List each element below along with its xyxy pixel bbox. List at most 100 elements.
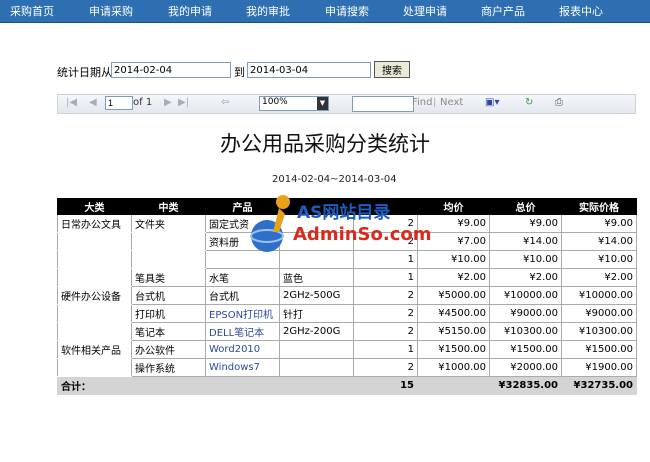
- find-input[interactable]: [352, 96, 414, 112]
- cell-subcategory: [131, 250, 206, 269]
- search-button[interactable]: 搜索: [374, 61, 410, 78]
- cell-subcategory: 办公软件: [131, 340, 206, 359]
- cell-subcategory: 台式机: [131, 286, 206, 305]
- cell-quantity: 1: [353, 340, 418, 359]
- cell-quantity: 2: [353, 358, 418, 377]
- cell-subcategory: 操作系统: [131, 358, 206, 377]
- cell-avg-price: ¥5150.00: [417, 322, 490, 341]
- cell-total-price: ¥9.00: [489, 214, 562, 233]
- cell-subcategory: 打印机: [131, 304, 206, 323]
- cell-total-price: ¥10000.00: [489, 286, 562, 305]
- cell-actual-price: ¥1900.00: [561, 358, 637, 377]
- prev-page-icon[interactable]: ◀: [89, 97, 97, 108]
- cell-spec: 2GHz-500G: [279, 286, 354, 305]
- cell-actual-price: ¥9000.00: [561, 304, 637, 323]
- nav-my-approvals[interactable]: 我的审批: [246, 3, 290, 19]
- cell-category: 软件相关产品: [57, 340, 132, 359]
- cell-product: DELL笔记本: [205, 322, 280, 341]
- export-icon[interactable]: ▣▾: [485, 97, 499, 108]
- col-total-price: 总价: [489, 198, 562, 215]
- page-count: of 1: [133, 97, 153, 108]
- cell-actual-price: ¥10300.00: [561, 322, 637, 341]
- cell-category: 日常办公文具: [57, 214, 132, 233]
- watermark-text-cn: AS网站目录: [297, 203, 391, 223]
- cell-actual-price: ¥14.00: [561, 232, 637, 251]
- table-row: 操作系统 Windows7 2 ¥1000.00 ¥2000.00 ¥1900.…: [57, 358, 637, 377]
- toolbar-separator: |: [433, 97, 437, 108]
- cell-subcategory: [131, 232, 206, 251]
- cell-subcategory: 笔记本: [131, 322, 206, 341]
- col-actual-price: 实际价格: [561, 198, 637, 215]
- watermark-text-en: AdminSo.com: [293, 224, 432, 245]
- cell-quantity: 1: [353, 268, 418, 287]
- cell-category: [57, 232, 132, 251]
- cell-category: [57, 304, 132, 323]
- next-page-icon[interactable]: ▶: [164, 97, 172, 108]
- start-date-input[interactable]: [111, 62, 231, 78]
- cell-spec: 蓝色: [279, 268, 354, 287]
- top-nav: 采购首页 申请采购 我的申请 我的审批 申请搜索 处理申请 商户产品 报表中心: [0, 0, 650, 23]
- total-row: 合计： 15 ¥32835.00 ¥32735.00: [57, 376, 637, 395]
- back-icon[interactable]: ⇦: [221, 97, 229, 108]
- cell-total-price: ¥2000.00: [489, 358, 562, 377]
- cell-avg-price: ¥4500.00: [417, 304, 490, 323]
- nav-home[interactable]: 采购首页: [10, 3, 54, 19]
- table-row: 笔具类 水笔 蓝色 1 ¥2.00 ¥2.00 ¥2.00: [57, 268, 637, 287]
- nav-apply[interactable]: 申请采购: [89, 3, 133, 19]
- cell-total-price: ¥2.00: [489, 268, 562, 287]
- first-page-icon[interactable]: |◀: [66, 97, 77, 108]
- next-link[interactable]: Next: [440, 97, 463, 108]
- last-page-icon[interactable]: ▶|: [178, 97, 189, 108]
- cell-total-price: ¥9000.00: [489, 304, 562, 323]
- nav-my-requests[interactable]: 我的申请: [168, 3, 212, 19]
- cell-avg-price: ¥1000.00: [417, 358, 490, 377]
- cell-actual-price: ¥10000.00: [561, 286, 637, 305]
- cell-avg-price: ¥10.00: [417, 250, 490, 269]
- cell-subcategory: 文件夹: [131, 214, 206, 233]
- cell-spec: 2GHz-200G: [279, 322, 354, 341]
- total-quantity: 15: [353, 376, 418, 395]
- cell-product: 台式机: [205, 286, 280, 305]
- cell-actual-price: ¥9.00: [561, 214, 637, 233]
- table-row: 打印机 EPSON打印机 针打 2 ¥4500.00 ¥9000.00 ¥900…: [57, 304, 637, 323]
- refresh-icon[interactable]: ↻: [525, 97, 533, 108]
- total-actual: ¥32735.00: [561, 376, 637, 395]
- nav-merchant-products[interactable]: 商户产品: [481, 3, 525, 19]
- cell-actual-price: ¥1500.00: [561, 340, 637, 359]
- nav-report-center[interactable]: 报表中心: [559, 3, 603, 19]
- cell-product: EPSON打印机: [205, 304, 280, 323]
- cell-subcategory: 笔具类: [131, 268, 206, 287]
- chevron-down-icon: ▼: [317, 97, 328, 110]
- col-avg-price: 均价: [417, 198, 490, 215]
- cell-product: Windows7: [205, 358, 280, 377]
- cell-actual-price: ¥10.00: [561, 250, 637, 269]
- cell-category: [57, 268, 132, 287]
- find-link[interactable]: Find: [412, 97, 433, 108]
- total-sum: ¥32835.00: [489, 376, 562, 395]
- cell-quantity: 2: [353, 304, 418, 323]
- cell-quantity: 2: [353, 322, 418, 341]
- cell-spec: [279, 340, 354, 359]
- cell-spec: 针打: [279, 304, 354, 323]
- zoom-value: 100%: [262, 97, 288, 107]
- cell-category: 硬件办公设备: [57, 286, 132, 305]
- page-number-input[interactable]: [105, 96, 133, 110]
- date-from-label: 统计日期从: [57, 66, 112, 79]
- nav-search-requests[interactable]: 申请搜索: [325, 3, 369, 19]
- cell-category: [57, 322, 132, 341]
- total-label: 合计：: [57, 376, 132, 395]
- cell-actual-price: ¥2.00: [561, 268, 637, 287]
- print-icon[interactable]: ⎙: [555, 97, 563, 108]
- table-row: 硬件办公设备 台式机 台式机 2GHz-500G 2 ¥5000.00 ¥100…: [57, 286, 637, 305]
- cell-total-price: ¥10.00: [489, 250, 562, 269]
- nav-process-requests[interactable]: 处理申请: [403, 3, 447, 19]
- table-row: 软件相关产品 办公软件 Word2010 1 ¥1500.00 ¥1500.00…: [57, 340, 637, 359]
- cell-quantity: 2: [353, 286, 418, 305]
- col-category: 大类: [57, 198, 132, 215]
- cell-avg-price: ¥1500.00: [417, 340, 490, 359]
- cell-category: [57, 250, 132, 269]
- end-date-input[interactable]: [247, 62, 371, 78]
- zoom-select[interactable]: 100% ▼: [259, 96, 329, 111]
- report-toolbar: |◀ ◀ of 1 ▶ ▶| ⇦ 100% ▼ Find | Next ▣▾ ↻…: [57, 94, 636, 114]
- cell-product: 水笔: [205, 268, 280, 287]
